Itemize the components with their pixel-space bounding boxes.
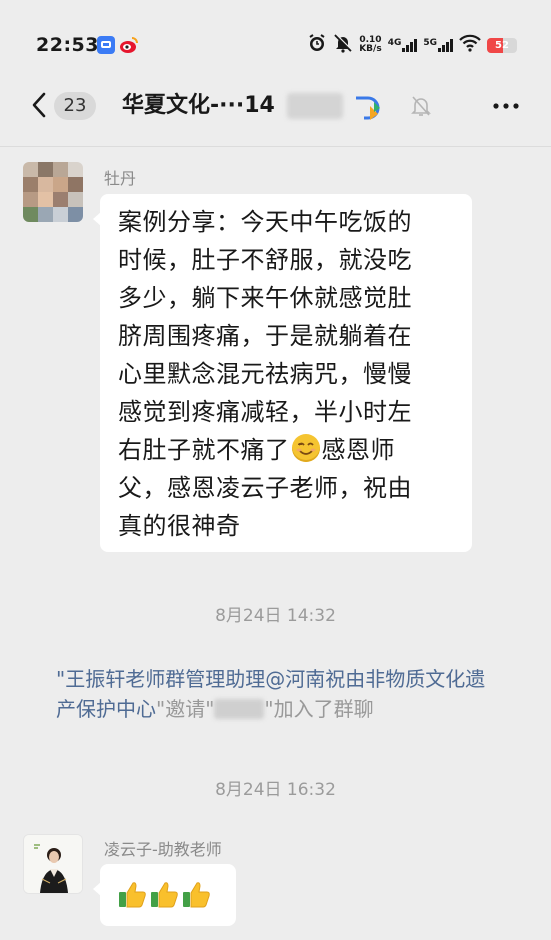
timestamp: 8月24日 16:32	[215, 780, 336, 800]
message-line: 右肚子就不痛了 感恩师	[118, 434, 395, 464]
redacted-name	[214, 699, 265, 719]
system-message: "王振轩老师群管理助理@河南祝由非物质文化遗产保护中心"邀请" "加入了群聊	[56, 667, 486, 721]
chat-header: 23 华夏文化-···14	[0, 80, 551, 136]
avatar-photo	[24, 835, 82, 893]
network-speed: 0.10 KB/s	[359, 35, 382, 54]
more-icon[interactable]	[490, 92, 522, 120]
group-tag-icon[interactable]	[352, 92, 384, 122]
message-line: 真的很神奇	[118, 512, 241, 540]
message-text: 案例分享：今天中午吃饭的 时候，肚子不舒服，就没吃 多少，躺下来午休就感觉肚 脐…	[100, 194, 472, 545]
signal-icon: 4G	[388, 38, 418, 52]
avatar[interactable]	[23, 162, 83, 222]
mute-icon	[333, 33, 353, 58]
thumbs-up-icon	[180, 878, 212, 910]
status-bar: 22:53 0.10 KB/s 4G 5G 52	[0, 0, 551, 88]
message-content	[100, 864, 236, 910]
signal-icon-2: 5G	[423, 38, 453, 52]
thumbs-up-icon	[148, 878, 180, 910]
message-line: 心里默念混元祛病咒，慢慢	[118, 360, 412, 388]
chat-title[interactable]: 华夏文化-···14	[122, 90, 275, 122]
qq-icon	[97, 36, 115, 54]
avatar[interactable]	[23, 834, 83, 894]
alarm-icon	[307, 33, 327, 58]
header-divider	[0, 146, 551, 147]
smile-emoji-icon	[291, 434, 320, 462]
status-right: 0.10 KB/s 4G 5G 52	[307, 33, 517, 58]
message-line: 时候，肚子不舒服，就没吃	[118, 246, 412, 274]
sender-name: 凌云子-助教老师	[104, 840, 222, 859]
redacted-title-part	[287, 93, 343, 119]
unread-count-badge[interactable]: 23	[54, 92, 96, 120]
message-bubble[interactable]	[93, 864, 236, 926]
timestamp: 8月24日 14:32	[215, 606, 336, 626]
message-line: 脐周围疼痛，于是就躺着在	[118, 322, 412, 350]
message-line: 案例分享：今天中午吃饭的	[118, 208, 412, 236]
message-line: 多少，躺下来午休就感觉肚	[118, 284, 412, 312]
wifi-icon	[459, 34, 481, 57]
message-line: 感觉到疼痛减轻，半小时左	[118, 398, 412, 426]
status-time: 22:53	[36, 34, 99, 56]
sender-name: 牡丹	[104, 169, 137, 188]
battery-icon: 52	[487, 37, 517, 53]
avatar-mosaic	[23, 162, 83, 222]
message-line: 父，感恩凌云子老师，祝由	[118, 474, 412, 502]
message-bubble[interactable]: 案例分享：今天中午吃饭的 时候，肚子不舒服，就没吃 多少，躺下来午休就感觉肚 脐…	[93, 194, 472, 552]
weibo-icon	[119, 35, 139, 55]
mute-bell-icon	[410, 94, 432, 118]
back-icon[interactable]	[28, 90, 52, 120]
thumbs-up-icon	[116, 878, 148, 910]
